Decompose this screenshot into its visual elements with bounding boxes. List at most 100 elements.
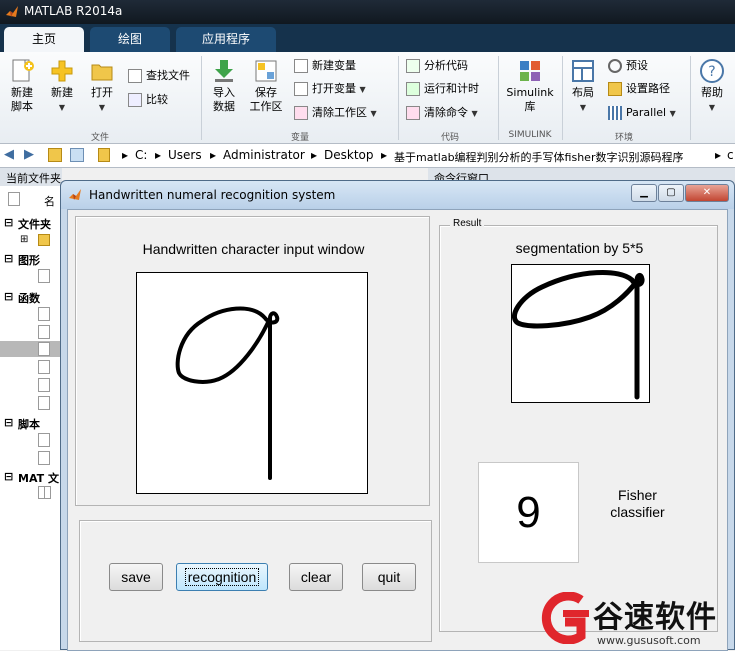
minimize-button[interactable]: ▁ [631, 184, 657, 202]
clear-commands-icon [406, 106, 420, 120]
result-panel-label: Result [450, 218, 485, 229]
code-group-label: 代码 [440, 133, 459, 143]
analyze-code-button[interactable]: 分析代码 [406, 56, 468, 76]
clear-workspace-caret-icon: ▼ [370, 109, 377, 118]
tree-toggle[interactable]: ⊟ [4, 470, 13, 483]
figure-client-area: Handwritten character input window save … [67, 209, 728, 651]
quit-button[interactable]: quit [362, 563, 416, 591]
import-data-icon [215, 60, 233, 82]
figure-title-bar[interactable]: Handwritten numeral recognition system ▁… [61, 181, 734, 209]
up-folder-icon[interactable] [48, 148, 62, 162]
clear-workspace-label: 清除工作区 [312, 106, 367, 119]
breadcrumb-sep: ▸ [155, 148, 162, 162]
save-workspace-button[interactable]: 保存 工作区 [246, 58, 286, 114]
open-variable-label: 打开变量 [312, 82, 356, 95]
section-scripts: 脚本 [18, 418, 40, 431]
preferences-button[interactable]: 预设 [608, 56, 648, 76]
help-button[interactable]: ? 帮助 ▼ [694, 58, 730, 115]
run-and-time-button[interactable]: 运行和计时 [406, 79, 479, 99]
tree-toggle[interactable]: ⊟ [4, 252, 13, 265]
find-files-label: 查找文件 [146, 69, 190, 82]
ribbon-divider [562, 56, 563, 140]
new-script-icon [12, 59, 34, 82]
maximize-button[interactable]: ▢ [658, 184, 684, 202]
set-path-label: 设置路径 [626, 82, 670, 95]
m-file-icon[interactable] [38, 307, 50, 321]
tab-home[interactable]: 主页 [4, 27, 84, 52]
parallel-label: Parallel [626, 106, 667, 119]
tab-apps[interactable]: 应用程序 [176, 27, 276, 52]
result-panel: Result segmentation by 5*5 9 Fisher clas… [439, 218, 718, 632]
breadcrumb-item[interactable]: c [727, 148, 734, 162]
mat-file-icon[interactable] [38, 486, 51, 499]
m-file-icon[interactable] [38, 342, 50, 356]
variable-group-label: 变量 [290, 133, 309, 143]
clear-button[interactable]: clear [289, 563, 343, 591]
m-file-icon[interactable] [38, 433, 50, 447]
set-path-icon [608, 82, 622, 96]
run-and-time-icon [406, 82, 420, 96]
set-path-button[interactable]: 设置路径 [608, 79, 670, 99]
simulink-library-button[interactable]: Simulink 库 [504, 58, 556, 114]
handwriting-canvas[interactable] [136, 272, 368, 494]
new-plus-icon [51, 60, 73, 82]
breadcrumb-item[interactable]: Administrator [223, 148, 305, 162]
breadcrumb-item[interactable]: C: [135, 148, 147, 162]
tree-expand-icon[interactable]: ⊞ [20, 234, 28, 245]
open-variable-button[interactable]: 打开变量 ▼ [294, 79, 366, 99]
breadcrumb-item[interactable]: Users [168, 148, 202, 162]
find-files-button[interactable]: 查找文件 [128, 66, 190, 86]
breadcrumb-item[interactable]: Desktop [324, 148, 374, 162]
new-label: 新建 [51, 86, 73, 99]
save-workspace-label: 保存 工作区 [249, 86, 283, 113]
gususoft-logo-icon [541, 592, 589, 644]
new-button[interactable]: 新建 ▼ [44, 58, 80, 115]
simulink-library-icon [520, 61, 540, 81]
parallel-button[interactable]: Parallel ▼ [608, 103, 676, 123]
open-button[interactable]: 打开 ▼ [84, 58, 120, 115]
breadcrumb-sep: ▸ [311, 148, 318, 162]
parallel-icon [608, 106, 622, 120]
back-arrow-icon[interactable]: ◀ [4, 147, 14, 162]
m-file-icon[interactable] [38, 360, 50, 374]
m-file-icon[interactable] [38, 451, 50, 465]
m-file-icon[interactable] [38, 378, 50, 392]
help-icon: ? [700, 59, 724, 83]
buttons-panel: save recognition clear quit [79, 520, 432, 642]
m-file-icon[interactable] [38, 325, 50, 339]
recognition-button[interactable]: recognition [176, 563, 268, 591]
section-folders: 文件夹 [18, 218, 51, 231]
browse-folder-icon[interactable] [70, 148, 84, 162]
gear-icon [608, 59, 622, 73]
tree-toggle[interactable]: ⊟ [4, 290, 13, 303]
close-button[interactable]: ✕ [685, 184, 729, 202]
clear-commands-button[interactable]: 清除命令 ▼ [406, 103, 478, 123]
preferences-label: 预设 [626, 59, 648, 72]
watermark-url: www.gususoft.com [597, 634, 701, 647]
input-window-title: Handwritten character input window [142, 241, 365, 257]
forward-arrow-icon[interactable]: ▶ [24, 147, 34, 162]
tab-plots[interactable]: 绘图 [90, 27, 170, 52]
save-button[interactable]: save [109, 563, 163, 591]
tree-toggle[interactable]: ⊟ [4, 416, 13, 429]
new-script-button[interactable]: 新建 脚本 [4, 58, 40, 114]
fig-file-icon[interactable] [38, 269, 50, 283]
new-variable-button[interactable]: 新建变量 [294, 56, 356, 76]
layout-label: 布局 [572, 86, 594, 99]
compare-button[interactable]: 比较 [128, 90, 168, 110]
tree-toggle[interactable]: ⊟ [4, 216, 13, 229]
name-column-header[interactable]: 名 [44, 193, 55, 209]
save-workspace-icon [255, 60, 277, 82]
address-bar[interactable]: ◀ ▶ ▸ C: ▸ Users ▸ Administrator ▸ Deskt… [0, 144, 735, 168]
recognition-label: recognition [184, 568, 260, 586]
parallel-caret-icon: ▼ [669, 109, 676, 118]
segmentation-title: segmentation by 5*5 [515, 240, 644, 256]
m-file-icon[interactable] [38, 396, 50, 410]
file-icon [8, 192, 20, 206]
clear-workspace-button[interactable]: 清除工作区 ▼ [294, 103, 377, 123]
import-data-button[interactable]: 导入 数据 [206, 58, 242, 114]
layout-button[interactable]: 布局 ▼ [566, 58, 600, 115]
breadcrumb-item[interactable]: 基于matlab编程判别分析的手写体fisher数字识别源码程序 [394, 149, 683, 165]
figure-window: Handwritten numeral recognition system ▁… [60, 180, 735, 651]
root-folder-icon [98, 148, 110, 162]
